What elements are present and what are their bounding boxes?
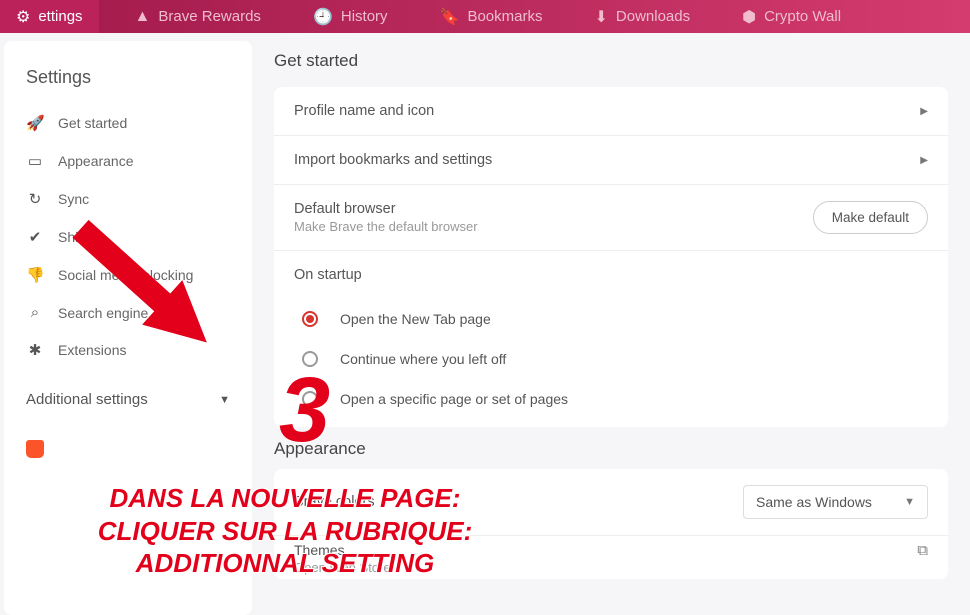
default-browser-row: Default browser Make Brave the default b… (274, 185, 948, 251)
radio-label: Open a specific page or set of pages (340, 391, 568, 407)
startup-option-continue[interactable]: Continue where you left off (294, 339, 928, 379)
row-label: Import bookmarks and settings (294, 152, 492, 168)
tab-label: Downloads (616, 8, 690, 25)
tab-downloads[interactable]: ⬇ Downloads (578, 0, 706, 33)
tab-label: Brave Rewards (158, 8, 261, 25)
profile-row[interactable]: Profile name and icon ▶ (274, 87, 948, 136)
sidebar-item-extensions[interactable]: ✱ Extensions (4, 331, 252, 369)
rocket-icon: 🚀 (26, 114, 44, 132)
section-title-get-started: Get started (274, 51, 948, 71)
sidebar-title: Settings (4, 55, 252, 104)
external-link-icon: ⧉ (917, 542, 928, 559)
additional-label: Additional settings (26, 391, 148, 408)
sync-icon: ↻ (26, 190, 44, 208)
startup-option-specific-pages[interactable]: Open a specific page or set of pages (294, 379, 928, 419)
additional-settings-toggle[interactable]: Additional settings ▼ (4, 377, 252, 422)
make-default-button[interactable]: Make default (813, 201, 928, 234)
download-icon: ⬇ (594, 7, 607, 27)
sidebar-item-label: Extensions (58, 342, 126, 358)
chevron-down-icon: ▼ (219, 394, 230, 406)
tab-crypto[interactable]: ⬢ Crypto Wall (726, 0, 857, 33)
puzzle-icon: ✱ (26, 341, 44, 359)
sidebar-item-label: Sync (58, 191, 89, 207)
chevron-right-icon: ▶ (920, 155, 928, 166)
tab-label: Crypto Wall (764, 8, 841, 25)
crypto-icon: ⬢ (742, 7, 756, 27)
top-navigation: ⚙ ettings ▲ Brave Rewards 🕘 History 🔖 Bo… (0, 0, 970, 33)
radio-label: Open the New Tab page (340, 311, 491, 327)
gear-icon: ⚙ (16, 7, 30, 27)
radio-label: Continue where you left off (340, 351, 506, 367)
about-brave[interactable] (4, 422, 252, 464)
annotation-step-number: 3 (279, 358, 330, 463)
tab-label: Bookmarks (467, 8, 542, 25)
radio-selected-icon (302, 311, 318, 327)
tab-rewards[interactable]: ▲ Brave Rewards (119, 0, 277, 33)
thumbs-down-icon: 👎 (26, 266, 44, 284)
section-title-appearance: Appearance (274, 439, 948, 459)
tab-label: History (341, 8, 388, 25)
annotation-text: DANS LA NOUVELLE PAGE: CLIQUER SUR LA RU… (50, 482, 520, 580)
sidebar-item-get-started[interactable]: 🚀 Get started (4, 104, 252, 142)
tab-history[interactable]: 🕘 History (297, 0, 404, 33)
startup-block: On startup Open the New Tab page Continu… (274, 251, 948, 427)
tab-settings[interactable]: ⚙ ettings (0, 0, 99, 33)
tab-label: ettings (38, 8, 82, 25)
row-sublabel: Make Brave the default browser (294, 219, 478, 234)
startup-title: On startup (294, 267, 928, 283)
import-bookmarks-row[interactable]: Import bookmarks and settings ▶ (274, 136, 948, 185)
sidebar-item-label: Appearance (58, 153, 134, 169)
search-icon: ⌕ (26, 304, 44, 321)
chevron-right-icon: ▶ (920, 106, 928, 117)
chevron-down-icon: ▼ (904, 496, 915, 508)
color-theme-select[interactable]: Same as Windows ▼ (743, 485, 928, 519)
startup-option-new-tab[interactable]: Open the New Tab page (294, 299, 928, 339)
sidebar-item-appearance[interactable]: ▭ Appearance (4, 142, 252, 180)
tab-bookmarks[interactable]: 🔖 Bookmarks (424, 0, 559, 33)
row-label: Profile name and icon (294, 103, 434, 119)
sidebar-item-sync[interactable]: ↻ Sync (4, 180, 252, 218)
history-icon: 🕘 (313, 7, 333, 27)
brave-logo-icon (26, 440, 44, 458)
bookmarks-icon: 🔖 (440, 7, 460, 27)
sidebar-item-label: Get started (58, 115, 127, 131)
rewards-icon: ▲ (135, 8, 151, 26)
appearance-icon: ▭ (26, 152, 44, 170)
row-label: Default browser (294, 201, 478, 217)
select-value: Same as Windows (756, 494, 872, 510)
shield-icon: ✔ (26, 228, 44, 246)
